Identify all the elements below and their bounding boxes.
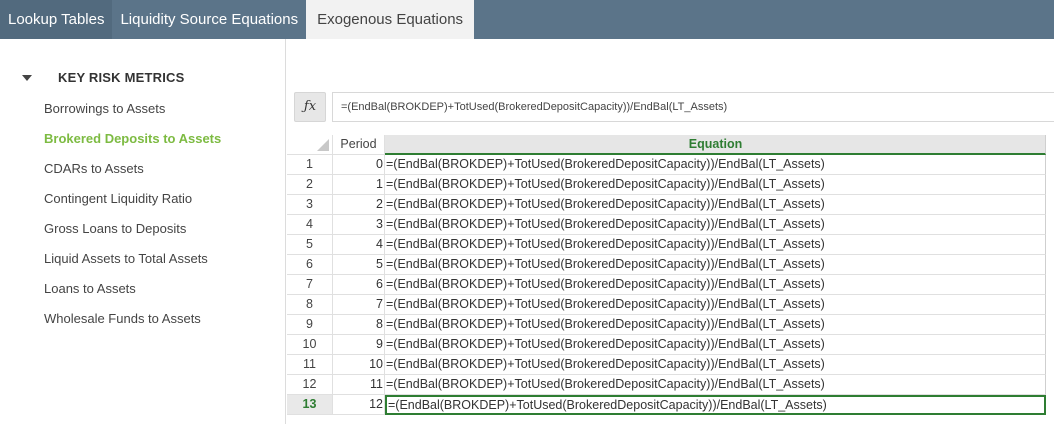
equation-cell[interactable]: =(EndBal(BROKDEP)+TotUsed(BrokeredDeposi… [385, 315, 1046, 335]
period-cell[interactable]: 11 [333, 375, 385, 395]
table-row[interactable]: 8 7 =(EndBal(BROKDEP)+TotUsed(BrokeredDepo… [287, 295, 1054, 315]
row-number[interactable]: 8 [287, 295, 333, 315]
equation-cell[interactable]: =(EndBal(BROKDEP)+TotUsed(BrokeredDeposi… [385, 395, 1046, 415]
equation-cell[interactable]: =(EndBal(BROKDEP)+TotUsed(BrokeredDeposi… [385, 215, 1046, 235]
period-cell[interactable]: 9 [333, 335, 385, 355]
row-number[interactable]: 10 [287, 335, 333, 355]
tab-bar: Lookup Tables Liquidity Source Equations… [0, 0, 1054, 39]
sidebar-item-loans-to-assets[interactable]: Loans to Assets [44, 281, 136, 296]
sidebar-group-key-risk-metrics[interactable]: KEY RISK METRICS [22, 70, 184, 85]
table-row[interactable]: 9 8 =(EndBal(BROKDEP)+TotUsed(BrokeredDepo… [287, 315, 1054, 335]
period-cell[interactable]: 1 [333, 175, 385, 195]
table-row[interactable]: 1 0 =(EndBal(BROKDEP)+TotUsed(BrokeredDepo… [287, 155, 1054, 175]
formula-input[interactable] [332, 92, 1054, 122]
period-cell[interactable]: 4 [333, 235, 385, 255]
table-row[interactable]: 13 12 =(EndBal(BROKDEP)+TotUsed(BrokeredDe… [287, 395, 1054, 415]
tab-exogenous-equations[interactable]: Exogenous Equations [306, 0, 475, 39]
tab-lookup-tables[interactable]: Lookup Tables [0, 0, 113, 39]
row-number[interactable]: 7 [287, 275, 333, 295]
grid-header-row: Period Equation [287, 135, 1054, 155]
table-row[interactable]: 10 9 =(EndBal(BROKDEP)+TotUsed(BrokeredDep… [287, 335, 1054, 355]
caret-down-icon[interactable] [22, 74, 32, 81]
equation-cell[interactable]: =(EndBal(BROKDEP)+TotUsed(BrokeredDeposi… [385, 375, 1046, 395]
tab-liquidity-source-equations[interactable]: Liquidity Source Equations [112, 0, 307, 39]
sidebar: KEY RISK METRICS Borrowings to Assets Br… [0, 39, 286, 424]
equation-cell[interactable]: =(EndBal(BROKDEP)+TotUsed(BrokeredDeposi… [385, 155, 1046, 175]
period-cell[interactable]: 8 [333, 315, 385, 335]
period-cell[interactable]: 0 [333, 155, 385, 175]
select-all-corner[interactable] [287, 135, 333, 155]
row-number[interactable]: 13 [287, 395, 333, 415]
table-row[interactable]: 11 10 =(EndBal(BROKDEP)+TotUsed(BrokeredDe… [287, 355, 1054, 375]
period-cell[interactable]: 12 [333, 395, 385, 415]
period-cell[interactable]: 10 [333, 355, 385, 375]
fx-button[interactable]: ƒx [294, 92, 326, 122]
equation-cell[interactable]: =(EndBal(BROKDEP)+TotUsed(BrokeredDeposi… [385, 235, 1046, 255]
table-row[interactable]: 3 2 =(EndBal(BROKDEP)+TotUsed(BrokeredDepo… [287, 195, 1054, 215]
period-cell[interactable]: 3 [333, 215, 385, 235]
sidebar-item-cdars-to-assets[interactable]: CDARs to Assets [44, 161, 144, 176]
equation-grid: Period Equation 1 0 =(EndBal(BROKDEP)+TotU… [287, 135, 1054, 415]
row-number[interactable]: 5 [287, 235, 333, 255]
equation-cell[interactable]: =(EndBal(BROKDEP)+TotUsed(BrokeredDeposi… [385, 175, 1046, 195]
period-cell[interactable]: 6 [333, 275, 385, 295]
table-row[interactable]: 2 1 =(EndBal(BROKDEP)+TotUsed(BrokeredDepo… [287, 175, 1054, 195]
sidebar-item-gross-loans-to-deposits[interactable]: Gross Loans to Deposits [44, 221, 186, 236]
equation-cell[interactable]: =(EndBal(BROKDEP)+TotUsed(BrokeredDeposi… [385, 295, 1046, 315]
table-row[interactable]: 6 5 =(EndBal(BROKDEP)+TotUsed(BrokeredDepo… [287, 255, 1054, 275]
sidebar-group-title: KEY RISK METRICS [58, 70, 185, 85]
sidebar-item-brokered-deposits-to-assets[interactable]: Brokered Deposits to Assets [44, 131, 221, 146]
row-number[interactable]: 2 [287, 175, 333, 195]
equation-cell[interactable]: =(EndBal(BROKDEP)+TotUsed(BrokeredDeposi… [385, 255, 1046, 275]
select-all-icon [317, 139, 329, 151]
period-cell[interactable]: 2 [333, 195, 385, 215]
row-number[interactable]: 6 [287, 255, 333, 275]
column-header-equation[interactable]: Equation [385, 135, 1046, 155]
period-cell[interactable]: 7 [333, 295, 385, 315]
grid-body: 1 0 =(EndBal(BROKDEP)+TotUsed(BrokeredDepo… [287, 155, 1054, 415]
table-row[interactable]: 5 4 =(EndBal(BROKDEP)+TotUsed(BrokeredDepo… [287, 235, 1054, 255]
row-number[interactable]: 3 [287, 195, 333, 215]
equation-cell[interactable]: =(EndBal(BROKDEP)+TotUsed(BrokeredDeposi… [385, 335, 1046, 355]
table-row[interactable]: 4 3 =(EndBal(BROKDEP)+TotUsed(BrokeredDepo… [287, 215, 1054, 235]
equation-cell[interactable]: =(EndBal(BROKDEP)+TotUsed(BrokeredDeposi… [385, 355, 1046, 375]
row-number[interactable]: 12 [287, 375, 333, 395]
equation-cell[interactable]: =(EndBal(BROKDEP)+TotUsed(BrokeredDeposi… [385, 195, 1046, 215]
sidebar-item-liquid-assets-to-total-assets[interactable]: Liquid Assets to Total Assets [44, 251, 208, 266]
row-number[interactable]: 4 [287, 215, 333, 235]
period-cell[interactable]: 5 [333, 255, 385, 275]
row-number[interactable]: 11 [287, 355, 333, 375]
row-number[interactable]: 9 [287, 315, 333, 335]
sidebar-item-contingent-liquidity-ratio[interactable]: Contingent Liquidity Ratio [44, 191, 192, 206]
row-number[interactable]: 1 [287, 155, 333, 175]
sidebar-item-borrowings-to-assets[interactable]: Borrowings to Assets [44, 101, 165, 116]
column-header-period[interactable]: Period [333, 135, 385, 155]
table-row[interactable]: 12 11 =(EndBal(BROKDEP)+TotUsed(BrokeredDe… [287, 375, 1054, 395]
equation-cell[interactable]: =(EndBal(BROKDEP)+TotUsed(BrokeredDeposi… [385, 275, 1046, 295]
sidebar-item-wholesale-funds-to-assets[interactable]: Wholesale Funds to Assets [44, 311, 201, 326]
table-row[interactable]: 7 6 =(EndBal(BROKDEP)+TotUsed(BrokeredDepo… [287, 275, 1054, 295]
